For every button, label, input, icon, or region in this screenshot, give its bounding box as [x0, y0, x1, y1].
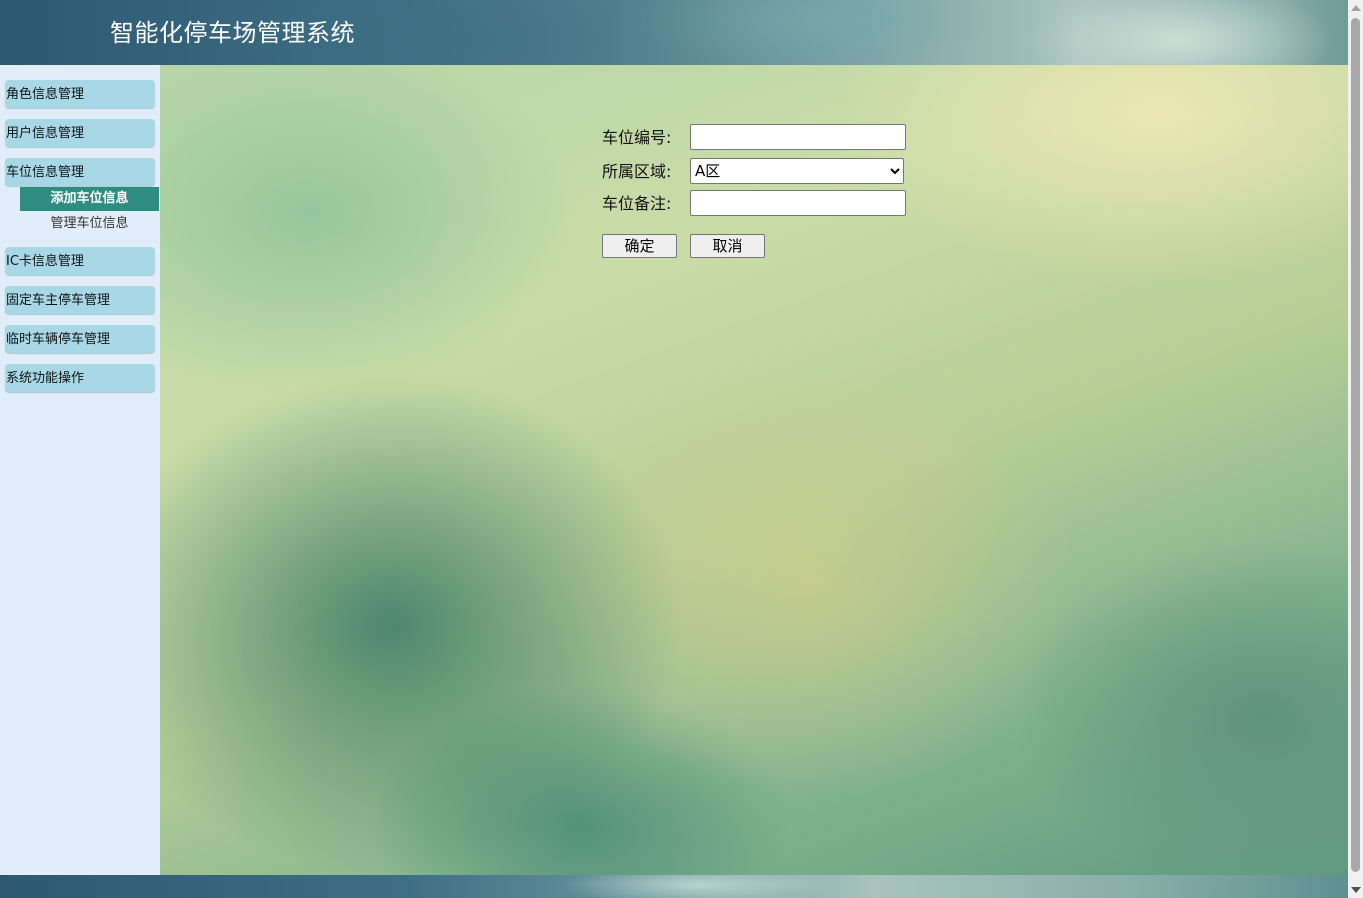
menu-label: 角色信息管理 — [6, 87, 85, 102]
menu-system-operations[interactable]: 系统功能操作 — [5, 364, 155, 392]
menu-fixed-owner-parking[interactable]: 固定车主停车管理 — [5, 286, 155, 314]
menu-label: 系统功能操作 — [6, 371, 85, 386]
menu-user-management[interactable]: 用户信息管理 — [5, 119, 155, 147]
menu-label: 固定车主停车管理 — [6, 293, 111, 308]
confirm-button[interactable]: 确定 — [602, 234, 677, 258]
footer-banner — [0, 875, 1348, 898]
header-banner: 智能化停车场管理系统 — [0, 0, 1348, 65]
remark-label: 车位备注: — [602, 194, 672, 213]
scroll-up-arrow-icon[interactable] — [1351, 5, 1361, 11]
app-window: 智能化停车场管理系统 角色信息管理 用户信息管理 车位信息管理 添加车位信息 管… — [0, 0, 1363, 898]
area-label: 所属区域: — [602, 162, 672, 181]
main-content: 车位编号: 所属区域: A区 车位备注: 确定 取消 — [160, 65, 1348, 875]
menu-label: 用户信息管理 — [6, 126, 85, 141]
remark-input[interactable] — [690, 190, 906, 216]
menu-parking-space-management[interactable]: 车位信息管理 — [5, 158, 155, 186]
scroll-down-arrow-icon[interactable] — [1351, 887, 1361, 893]
space-number-label: 车位编号: — [602, 128, 672, 147]
menu-ic-card-management[interactable]: IC卡信息管理 — [5, 247, 155, 275]
sub-item-manage-parking-space[interactable]: 管理车位信息 — [20, 212, 159, 236]
vertical-scrollbar[interactable] — [1348, 0, 1363, 898]
menu-label: IC卡信息管理 — [6, 254, 84, 269]
menu-temporary-vehicle-parking[interactable]: 临时车辆停车管理 — [5, 325, 155, 353]
scroll-thumb[interactable] — [1351, 18, 1360, 872]
app-title: 智能化停车场管理系统 — [110, 19, 355, 47]
menu-label: 车位信息管理 — [6, 165, 85, 180]
sidebar: 角色信息管理 用户信息管理 车位信息管理 添加车位信息 管理车位信息 IC卡信息… — [0, 65, 160, 875]
space-number-input[interactable] — [690, 124, 906, 150]
menu-role-management[interactable]: 角色信息管理 — [5, 80, 155, 108]
sub-item-add-parking-space[interactable]: 添加车位信息 — [20, 187, 159, 211]
cancel-button[interactable]: 取消 — [690, 234, 765, 258]
menu-label: 临时车辆停车管理 — [6, 332, 111, 347]
area-select[interactable]: A区 — [690, 158, 904, 184]
